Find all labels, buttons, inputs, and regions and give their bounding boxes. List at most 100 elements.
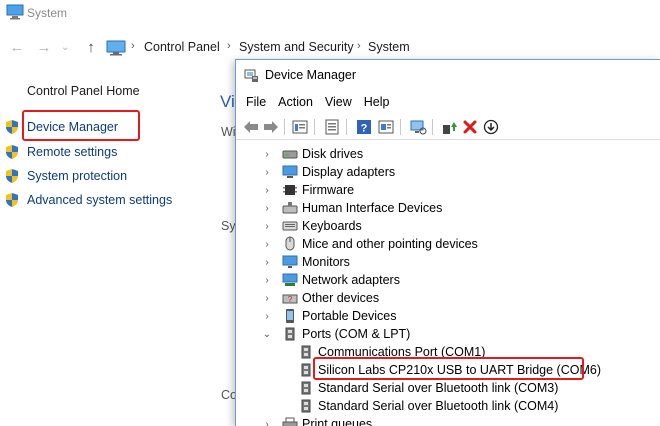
back-arrow-icon[interactable]: ← [8, 39, 26, 57]
windows-edition-partial: Wi [221, 125, 236, 139]
uninstall-icon[interactable] [461, 118, 479, 136]
menu-help[interactable]: Help [364, 95, 390, 109]
address-bar: ← → ⌄ ↑ › Control Panel › System and Sec… [0, 35, 660, 61]
keyboard-icon [282, 218, 298, 234]
expand-chevron-icon[interactable]: › [261, 185, 273, 196]
tree-node-bt-com4[interactable]: Standard Serial over Bluetooth link (COM… [298, 397, 558, 415]
control-panel-icon [106, 40, 126, 56]
sidebar-item-label: Remote settings [27, 145, 118, 159]
update-driver-icon[interactable] [440, 118, 458, 136]
printer-icon [282, 416, 298, 426]
shield-icon [6, 193, 18, 207]
tree-node-display-adapters[interactable]: › Display adapters [261, 163, 395, 181]
tree-node-other-devices[interactable]: › ? Other devices [261, 289, 379, 307]
tree-node-bt-com3[interactable]: Standard Serial over Bluetooth link (COM… [298, 379, 558, 397]
device-manager-icon [244, 69, 258, 82]
sidebar-item-system-protection[interactable]: System protection [4, 167, 127, 185]
download-circle-icon[interactable] [482, 118, 500, 136]
expand-chevron-icon[interactable]: › [261, 167, 273, 178]
menu-action[interactable]: Action [278, 95, 313, 109]
svg-text:?: ? [288, 295, 293, 304]
device-manager-title-bar[interactable]: Device Manager [236, 60, 660, 90]
forward-arrow-icon[interactable]: → [35, 39, 53, 57]
tree-node-disk-drives[interactable]: › Disk drives [261, 145, 363, 163]
tree-node-print-queues[interactable]: › Print queues [261, 415, 372, 426]
toolbar-separator [400, 119, 401, 135]
portable-device-icon [282, 308, 298, 324]
port-icon [298, 362, 314, 378]
network-adapter-icon [282, 272, 298, 288]
tree-node-mice[interactable]: › Mice and other pointing devices [261, 235, 478, 253]
help-icon[interactable]: ? [355, 118, 373, 136]
expand-chevron-icon[interactable]: › [261, 257, 273, 268]
device-tree: › Disk drives › Display adapters › Firmw… [236, 141, 660, 426]
expand-chevron-icon[interactable]: › [261, 221, 273, 232]
shield-icon [6, 120, 18, 134]
toolbar-separator [432, 119, 433, 135]
shield-icon [6, 145, 18, 159]
display-adapter-icon [282, 164, 298, 180]
menu-file[interactable]: File [246, 95, 266, 109]
tree-node-firmware[interactable]: › Firmware [261, 181, 354, 199]
sidebar-item-label: System protection [27, 169, 128, 183]
tree-node-portable-devices[interactable]: › Portable Devices [261, 307, 397, 325]
toolbar-separator [346, 119, 347, 135]
svg-text:?: ? [361, 123, 368, 135]
breadcrumb-system[interactable]: System [368, 40, 410, 54]
expand-chevron-icon[interactable]: › [261, 203, 273, 214]
properties-sheet-icon[interactable] [291, 118, 309, 136]
monitor-icon [282, 254, 298, 270]
recent-locations-chevron-icon[interactable]: ⌄ [61, 39, 69, 57]
tree-node-keyboards[interactable]: › Keyboards [261, 217, 361, 235]
breadcrumb-control-panel[interactable]: Control Panel [144, 40, 220, 54]
document-icon[interactable] [323, 118, 341, 136]
expand-chevron-icon[interactable]: › [261, 149, 273, 160]
collapse-chevron-icon[interactable]: ⌄ [261, 329, 273, 340]
port-icon [298, 398, 314, 414]
breadcrumb-separator-icon: › [357, 40, 361, 52]
disk-drive-icon [282, 146, 298, 162]
up-arrow-icon[interactable]: ↑ [82, 39, 100, 57]
toolbar-separator [284, 119, 285, 135]
tree-node-human-interface-devices[interactable]: › Human Interface Devices [261, 199, 442, 217]
forward-arrow-icon[interactable] [262, 118, 280, 136]
expand-chevron-icon[interactable]: › [261, 275, 273, 286]
back-arrow-icon[interactable] [242, 118, 260, 136]
toolbar-separator [314, 119, 315, 135]
expand-chevron-icon[interactable]: › [261, 293, 273, 304]
expand-chevron-icon[interactable]: › [261, 419, 273, 426]
control-panel-home-link[interactable]: Control Panel Home [27, 84, 140, 98]
breadcrumb-system-and-security[interactable]: System and Security [239, 40, 354, 54]
expand-chevron-icon[interactable]: › [261, 239, 273, 250]
system-section-partial: Sy [221, 219, 236, 233]
mouse-icon [282, 236, 298, 252]
port-icon [282, 326, 298, 342]
menu-bar: File Action View Help [236, 91, 660, 113]
tree-node-monitors[interactable]: › Monitors [261, 253, 350, 271]
expand-chevron-icon[interactable]: › [261, 311, 273, 322]
system-title-bar: System [0, 0, 660, 26]
tree-node-ports[interactable]: ⌄ Ports (COM & LPT) [261, 325, 411, 343]
toolbar: ? [236, 114, 660, 140]
device-manager-highlight [22, 110, 140, 141]
scan-hardware-icon[interactable] [409, 118, 427, 136]
sidebar-item-remote-settings[interactable]: Remote settings [4, 143, 117, 161]
port-icon [298, 344, 314, 360]
tree-node-network-adapters[interactable]: › Network adapters [261, 271, 400, 289]
cp210x-highlight [313, 357, 584, 380]
sidebar-item-advanced-system-settings[interactable]: Advanced system settings [4, 191, 172, 209]
sidebar-item-label: Advanced system settings [27, 193, 173, 207]
menu-view[interactable]: View [325, 95, 352, 109]
view-icon[interactable] [377, 118, 395, 136]
system-window-title: System [27, 6, 68, 20]
device-manager-window: Device Manager File Action View Help ? ›… [235, 59, 660, 426]
breadcrumb-separator-icon: › [131, 40, 135, 52]
device-manager-title: Device Manager [265, 68, 357, 82]
port-icon [298, 380, 314, 396]
other-devices-icon: ? [282, 290, 298, 306]
system-computer-icon [6, 4, 24, 20]
firmware-icon [282, 182, 298, 198]
shield-icon [6, 169, 18, 183]
hid-icon [282, 200, 298, 216]
breadcrumb-separator-icon: › [227, 40, 231, 52]
